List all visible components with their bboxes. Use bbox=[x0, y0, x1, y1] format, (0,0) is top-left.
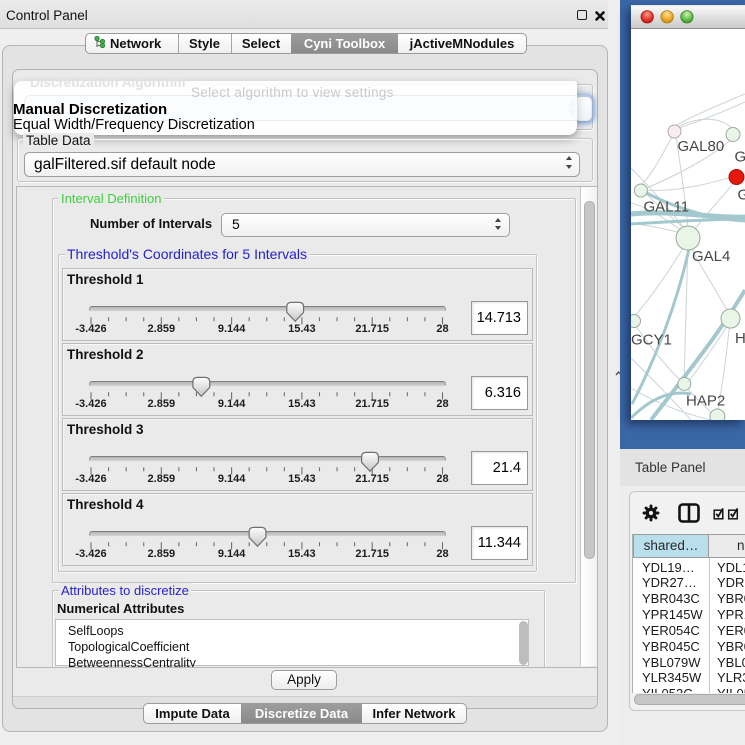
svg-text:GAL: GAL bbox=[735, 149, 745, 166]
svg-text:GCY1: GCY1 bbox=[631, 332, 672, 349]
svg-text:GAL4: GAL4 bbox=[692, 248, 730, 265]
svg-text:GAL11: GAL11 bbox=[644, 199, 690, 216]
svg-text:GA: GA bbox=[738, 187, 745, 204]
svg-text:HAP2: HAP2 bbox=[686, 393, 725, 410]
svg-text:GAL80: GAL80 bbox=[678, 138, 725, 155]
svg-text:HIS: HIS bbox=[735, 330, 745, 347]
